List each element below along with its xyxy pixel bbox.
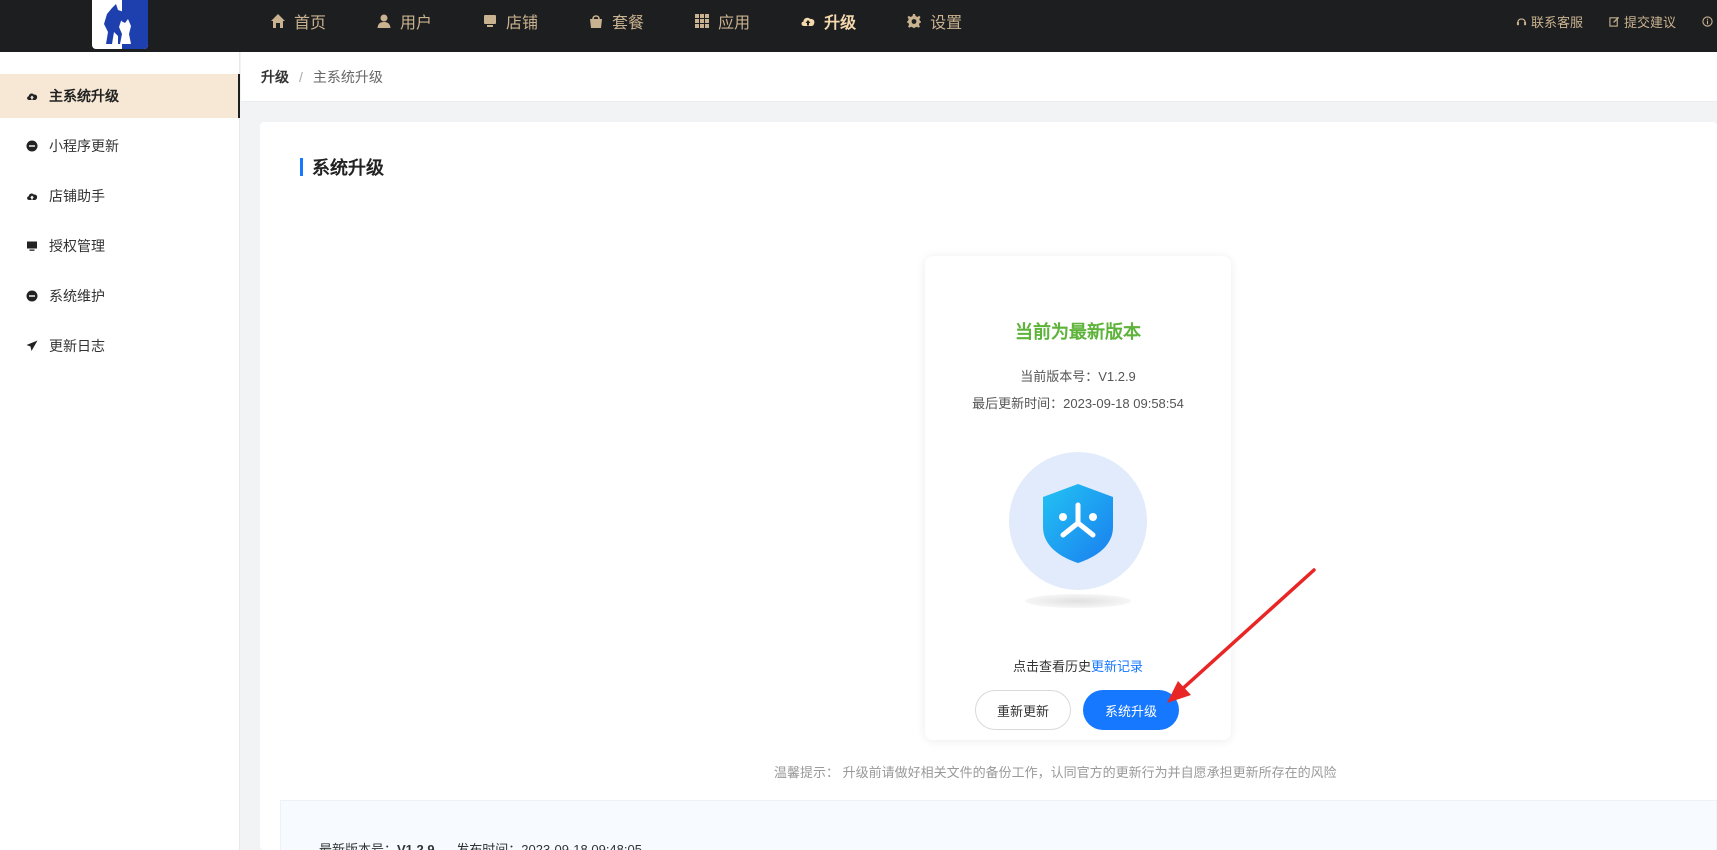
nav-upgrade[interactable]: 升级 bbox=[800, 0, 856, 42]
monitor-icon bbox=[27, 241, 37, 251]
warning-tip-text: 温馨提示： 升级前请做好相关文件的备份工作，认同官方的更新行为并自愿承担更新所存… bbox=[774, 765, 1337, 780]
sidebar-item-label: 授权管理 bbox=[49, 238, 105, 254]
sidebar-item-label: 店铺助手 bbox=[49, 188, 105, 204]
cloud-upload-icon bbox=[801, 17, 815, 26]
status-title: 当前为最新版本 bbox=[1015, 322, 1141, 342]
breadcrumb: 升级 / 主系统升级 bbox=[241, 52, 1717, 102]
top-navbar: 首页 用户 店铺 套餐 应用 升级 设置 联系客服 提交建议 bbox=[0, 0, 1717, 52]
breadcrumb-current: 主系统升级 bbox=[312, 68, 383, 85]
sidebar-item-main-upgrade[interactable]: 主系统升级 bbox=[0, 74, 240, 118]
submit-feedback-link[interactable]: 提交建议 bbox=[1609, 12, 1676, 31]
shop-icon bbox=[484, 15, 497, 27]
minus-circle-icon bbox=[26, 290, 38, 302]
title-accent-bar bbox=[300, 158, 303, 176]
cloud-upload-icon bbox=[27, 193, 38, 200]
nav-apps-label: 应用 bbox=[718, 15, 751, 32]
sidebar-item-license[interactable]: 授权管理 bbox=[0, 224, 240, 268]
contact-service-link[interactable]: 联系客服 bbox=[1516, 12, 1583, 31]
sidebar-item-label: 小程序更新 bbox=[49, 138, 119, 154]
current-version: 当前版本号：V1.2.9 bbox=[1020, 369, 1136, 384]
last-update-time: 最后更新时间：2023-09-18 09:58:54 bbox=[972, 396, 1184, 411]
nav-home[interactable]: 首页 bbox=[270, 0, 326, 42]
history-prefix: 点击查看历史 bbox=[1012, 659, 1091, 674]
nav-shop-label: 店铺 bbox=[506, 15, 539, 32]
minus-circle-icon bbox=[26, 140, 38, 152]
security-shield-icon bbox=[1009, 452, 1147, 590]
nav-shop[interactable]: 店铺 bbox=[482, 0, 538, 42]
nav-users-label: 用户 bbox=[400, 15, 433, 32]
breadcrumb-parent[interactable]: 升级 bbox=[261, 67, 289, 87]
nav-settings-label: 设置 bbox=[930, 15, 963, 32]
sidebar-item-maintenance[interactable]: 系统维护 bbox=[0, 274, 240, 318]
sidebar-item-label: 更新日志 bbox=[49, 338, 105, 354]
sidebar-item-label: 主系统升级 bbox=[49, 88, 119, 104]
sidebar-item-changelog[interactable]: 更新日志 bbox=[0, 324, 240, 368]
sidebar-item-shop-assistant[interactable]: 店铺助手 bbox=[0, 174, 240, 218]
breadcrumb-separator: / bbox=[299, 68, 303, 85]
latest-version-info: 最新版本号：V1.2.9 发布时间：2023-09-18 09:48:05 bbox=[280, 800, 1717, 850]
gear-icon bbox=[907, 14, 922, 28]
system-upgrade-button[interactable]: 系统升级 bbox=[1083, 690, 1179, 730]
user-icon bbox=[377, 14, 391, 28]
horse-logo-icon bbox=[104, 4, 131, 44]
app-logo[interactable] bbox=[92, 0, 148, 49]
account-menu[interactable] bbox=[1702, 15, 1717, 27]
section-title: 系统升级 bbox=[300, 154, 384, 180]
nav-upgrade-label: 升级 bbox=[824, 15, 857, 32]
nav-users[interactable]: 用户 bbox=[376, 0, 432, 42]
sidebar-item-label: 系统维护 bbox=[49, 288, 105, 304]
submit-feedback-label: 提交建议 bbox=[1623, 14, 1676, 30]
nav-home-label: 首页 bbox=[294, 15, 327, 32]
nav-apps[interactable]: 应用 bbox=[694, 0, 750, 42]
nav-settings[interactable]: 设置 bbox=[906, 0, 962, 42]
nav-package[interactable]: 套餐 bbox=[588, 0, 644, 42]
contact-service-label: 联系客服 bbox=[1530, 14, 1583, 30]
main-nav: 首页 用户 店铺 套餐 应用 升级 设置 bbox=[270, 0, 1012, 52]
sidebar: 主系统升级 小程序更新 店铺助手 授权管理 系统维护 更新日志 bbox=[0, 52, 240, 850]
edit-icon bbox=[1609, 16, 1620, 27]
bag-icon bbox=[590, 15, 603, 28]
history-hint: 点击查看历史更新记录 bbox=[925, 656, 1231, 675]
latest-version-line: 最新版本号：V1.2.9 发布时间：2023-09-18 09:48:05 bbox=[319, 839, 642, 850]
sidebar-item-miniprogram-update[interactable]: 小程序更新 bbox=[0, 124, 240, 168]
update-history-link[interactable]: 更新记录 bbox=[1091, 659, 1143, 674]
headset-icon bbox=[1516, 17, 1527, 25]
latest-version-value: V1.2.9 bbox=[397, 842, 435, 850]
shield-shadow bbox=[1025, 594, 1131, 608]
section-title-text: 系统升级 bbox=[312, 158, 384, 178]
info-circle-icon bbox=[1702, 15, 1713, 27]
reupdate-button[interactable]: 重新更新 bbox=[975, 690, 1071, 730]
nav-package-label: 套餐 bbox=[612, 15, 645, 32]
release-time-value: 2023-09-18 09:48:05 bbox=[521, 842, 642, 850]
top-right-links: 联系客服 提交建议 bbox=[1490, 0, 1717, 42]
cloud-upload-icon bbox=[27, 93, 38, 100]
home-icon bbox=[271, 14, 285, 28]
grid-icon bbox=[695, 14, 710, 28]
latest-version-label: 最新版本号： bbox=[319, 842, 398, 850]
version-status-card: 当前为最新版本 当前版本号：V1.2.9 最后更新时间：2023-09-18 0… bbox=[925, 256, 1231, 740]
send-icon bbox=[26, 340, 38, 351]
release-time-label: 发布时间： bbox=[456, 842, 522, 850]
main-panel: 系统升级 当前为最新版本 当前版本号：V1.2.9 最后更新时间：2023-09… bbox=[260, 122, 1717, 850]
